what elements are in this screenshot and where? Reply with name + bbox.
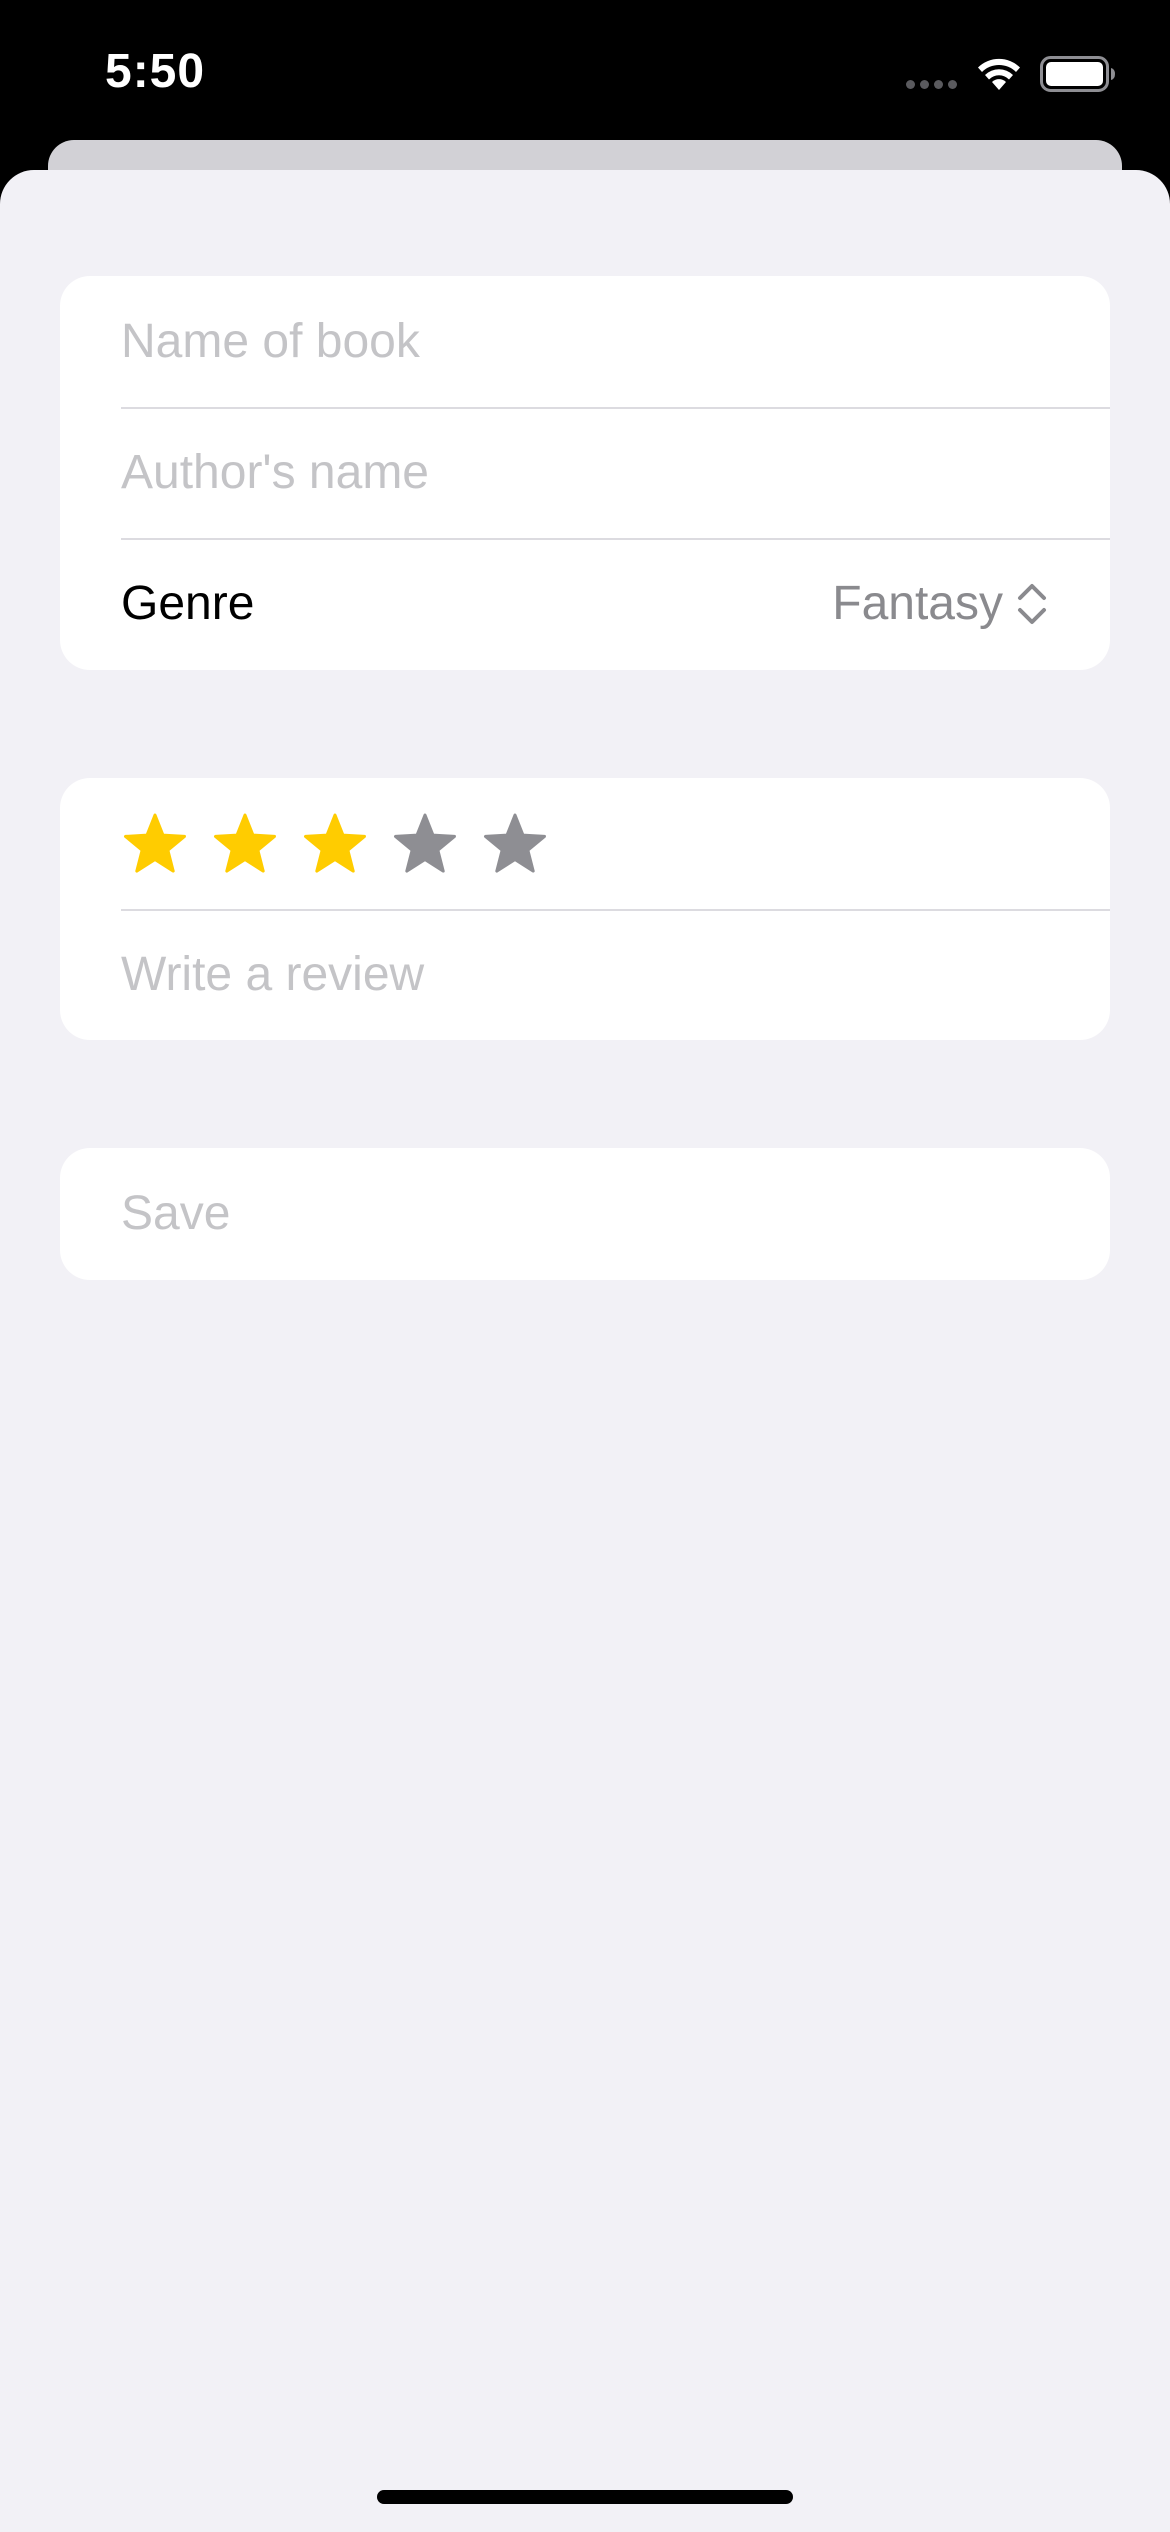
status-time: 5:50	[105, 45, 206, 98]
star-rating[interactable]	[121, 812, 549, 876]
genre-value: Fantasy	[832, 577, 1003, 630]
star-icon[interactable]	[481, 812, 549, 876]
review-section	[60, 778, 1110, 1040]
wifi-icon	[978, 58, 1020, 90]
review-input[interactable]	[121, 947, 1049, 1002]
review-row	[60, 909, 1110, 1040]
battery-icon	[1040, 56, 1115, 92]
book-title-row	[60, 276, 1110, 407]
star-icon[interactable]	[121, 812, 189, 876]
chevron-up-down-icon	[1018, 583, 1046, 624]
star-icon[interactable]	[391, 812, 459, 876]
cellular-signal-icon	[906, 80, 957, 89]
genre-picker[interactable]: Fantasy	[832, 576, 1049, 631]
author-row	[60, 407, 1110, 538]
genre-row[interactable]: Genre Fantasy	[60, 538, 1110, 669]
save-label: Save	[121, 1187, 231, 1240]
genre-label: Genre	[121, 577, 255, 630]
add-book-sheet: Genre Fantasy Save	[0, 170, 1170, 2532]
save-button[interactable]: Save	[60, 1148, 1110, 1279]
rating-row	[60, 778, 1110, 909]
save-section: Save	[60, 1148, 1110, 1280]
author-name-input[interactable]	[121, 445, 1049, 500]
book-details-section: Genre Fantasy	[60, 276, 1110, 670]
star-icon[interactable]	[211, 812, 279, 876]
status-bar: 5:50	[0, 0, 1170, 140]
book-title-input[interactable]	[121, 314, 1049, 369]
star-icon[interactable]	[301, 812, 369, 876]
home-indicator	[377, 2490, 793, 2504]
